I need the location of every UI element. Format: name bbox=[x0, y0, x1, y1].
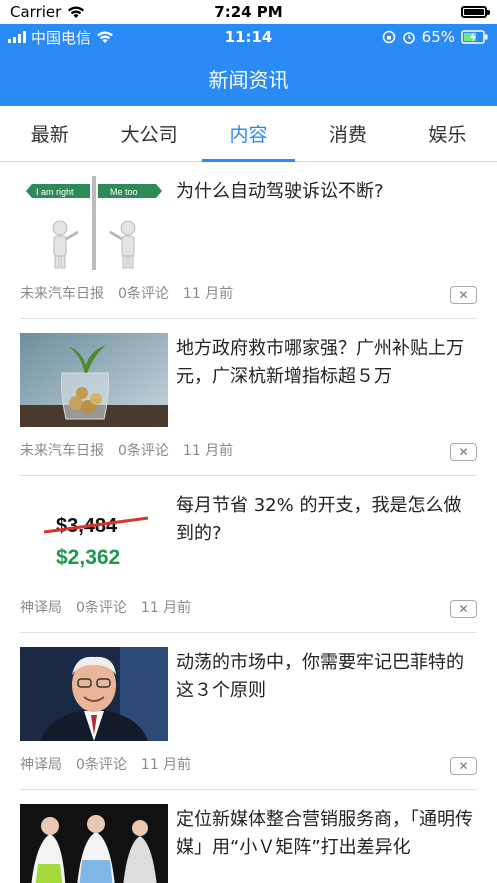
tab-content[interactable]: 内容 bbox=[199, 106, 298, 162]
carrier-label: 中国电信 bbox=[31, 28, 92, 47]
article-title: 为什么自动驾驶诉讼不断? bbox=[176, 181, 384, 202]
article-time: 11 月前 bbox=[140, 600, 192, 616]
rotation-lock-icon bbox=[382, 30, 395, 44]
article-time: 11 月前 bbox=[182, 443, 234, 459]
article-thumbnail bbox=[20, 333, 168, 427]
article-comments: 0条评论 bbox=[118, 286, 169, 302]
inner-status-bar: 中国电信 11:14 65% bbox=[0, 24, 497, 50]
article-item[interactable]: 地方政府救市哪家强？广州补贴上万元，广深杭新增指标超５万 未来汽车日报 0条评论… bbox=[20, 319, 477, 476]
article-source: 神译局 bbox=[20, 757, 62, 773]
close-icon[interactable]: ✕ bbox=[450, 757, 477, 775]
article-title: 每月节省 32% 的开支，我是怎么做到的? bbox=[176, 495, 462, 544]
article-comments: 0条评论 bbox=[118, 443, 169, 459]
close-icon[interactable]: ✕ bbox=[450, 600, 477, 618]
article-item[interactable]: 定位新媒体整合营销服务商，「通明传媒」用“小Ｖ矩阵”打出差异化 bbox=[20, 790, 477, 883]
article-thumbnail bbox=[20, 647, 168, 741]
signal-icon bbox=[8, 31, 26, 43]
article-title: 动荡的市场中，你需要牢记巴菲特的这３个原则 bbox=[176, 652, 464, 701]
article-meta: 神译局 0条评论 11 月前 bbox=[20, 597, 191, 617]
tab-entertainment[interactable]: 娱乐 bbox=[398, 106, 497, 161]
system-status-bar: Carrier 7:24 PM bbox=[0, 0, 497, 24]
article-comments: 0条评论 bbox=[76, 600, 127, 616]
close-icon[interactable]: ✕ bbox=[450, 443, 477, 461]
article-feed: I am right Me too 为什么自动驾驶诉讼不断? 未来汽车日报 0条… bbox=[0, 162, 497, 883]
article-source: 未来汽车日报 bbox=[20, 286, 104, 302]
article-time: 11 月前 bbox=[182, 286, 234, 302]
article-item[interactable]: 动荡的市场中，你需要牢记巴菲特的这３个原则 神译局 0条评论 11 月前 ✕ bbox=[20, 633, 477, 790]
battery-percent: 65% bbox=[421, 28, 455, 46]
category-tabs: 最新 大公司 内容 消费 娱乐 bbox=[0, 106, 497, 162]
article-thumbnail: $3,484 $2,362 bbox=[20, 490, 168, 584]
article-item[interactable]: I am right Me too 为什么自动驾驶诉讼不断? 未来汽车日报 0条… bbox=[20, 162, 477, 319]
wifi-icon bbox=[97, 31, 114, 43]
article-meta: 神译局 0条评论 11 月前 bbox=[20, 754, 191, 774]
battery-icon bbox=[461, 6, 490, 18]
close-icon[interactable]: ✕ bbox=[450, 286, 477, 304]
article-meta: 未来汽车日报 0条评论 11 月前 bbox=[20, 440, 233, 460]
article-title: 地方政府救市哪家强？广州补贴上万元，广深杭新增指标超５万 bbox=[176, 338, 464, 387]
article-source: 神译局 bbox=[20, 600, 62, 616]
sign-left-text: I am right bbox=[36, 187, 74, 197]
article-source: 未来汽车日报 bbox=[20, 443, 104, 459]
alarm-icon bbox=[402, 32, 415, 44]
watermark: 易下APP 18888800.COM bbox=[120, 878, 353, 883]
article-item[interactable]: $3,484 $2,362 每月节省 32% 的开支，我是怎么做到的? 神译局 … bbox=[20, 476, 477, 633]
charging-battery-icon bbox=[461, 30, 488, 44]
article-time: 11 月前 bbox=[140, 757, 192, 773]
sign-right-text: Me too bbox=[110, 187, 138, 197]
article-thumbnail bbox=[20, 804, 168, 883]
new-price: $2,362 bbox=[56, 546, 120, 569]
app-header: 中国电信 11:14 65% 新闻资讯 bbox=[0, 24, 497, 106]
article-thumbnail: I am right Me too bbox=[20, 176, 168, 270]
article-title: 定位新媒体整合营销服务商，「通明传媒」用“小Ｖ矩阵”打出差异化 bbox=[176, 809, 473, 858]
article-meta: 未来汽车日报 0条评论 11 月前 bbox=[20, 283, 233, 303]
article-comments: 0条评论 bbox=[76, 757, 127, 773]
tab-big-companies[interactable]: 大公司 bbox=[99, 106, 198, 161]
tab-consumer[interactable]: 消费 bbox=[298, 106, 397, 161]
system-time: 7:24 PM bbox=[214, 3, 283, 21]
tab-latest[interactable]: 最新 bbox=[0, 106, 99, 161]
page-title: 新闻资讯 bbox=[208, 67, 289, 92]
